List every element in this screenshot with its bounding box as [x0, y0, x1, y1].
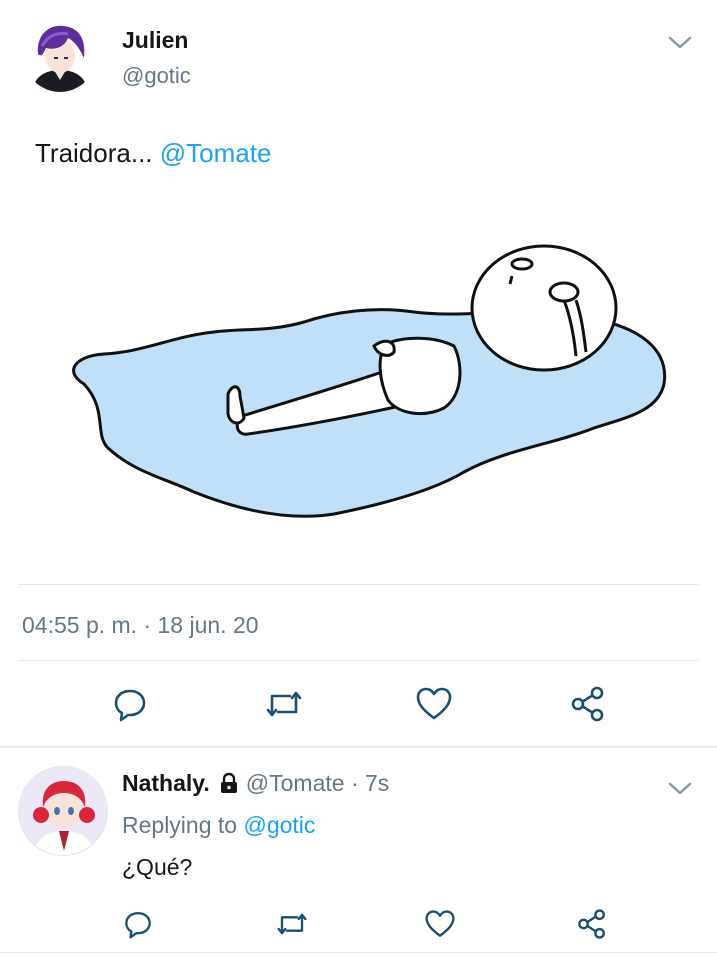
like-icon[interactable] [414, 684, 454, 724]
share-icon[interactable] [572, 904, 612, 944]
reply-tweet[interactable]: Nathaly. @Tomate · 7s Replying to @gotic … [0, 748, 717, 956]
author-handle[interactable]: @gotic [122, 63, 191, 89]
tweet-mention-link[interactable]: @Tomate [160, 138, 272, 168]
reply-author-avatar[interactable] [18, 766, 108, 856]
share-icon[interactable] [568, 684, 608, 724]
reply-author-handle[interactable]: @Tomate [246, 770, 345, 796]
reply-author-name[interactable]: Nathaly. [122, 770, 210, 796]
tweet-text-body: Traidora... [35, 138, 160, 168]
reply-time-separator: · [344, 770, 366, 796]
lock-icon [218, 772, 240, 800]
reply-header: Nathaly. @Tomate · 7s [122, 770, 389, 800]
divider [18, 584, 699, 585]
reply-icon[interactable] [118, 904, 158, 944]
author-avatar[interactable] [24, 20, 96, 92]
tweet-media-image[interactable] [34, 186, 684, 563]
replying-to-line: Replying to @gotic [122, 812, 315, 839]
retweet-icon[interactable] [264, 684, 304, 724]
reply-icon[interactable] [110, 684, 150, 724]
crying-puddle-meme-image [72, 244, 667, 518]
main-tweet: Julien @gotic Traidora... @Tomate 04:55 … [0, 0, 717, 748]
tweet-text: Traidora... @Tomate [35, 138, 271, 169]
replying-to-mention[interactable]: @gotic [243, 812, 315, 838]
retweet-icon[interactable] [272, 904, 312, 944]
divider [18, 660, 699, 661]
like-icon[interactable] [420, 904, 460, 944]
divider [0, 952, 717, 953]
author-name[interactable]: Julien [122, 27, 188, 54]
replying-to-label: Replying to [122, 812, 244, 838]
chevron-down-icon[interactable] [666, 32, 694, 52]
tweet-timestamp[interactable]: 04:55 p. m. · 18 jun. 20 [22, 612, 259, 639]
reply-time[interactable]: 7s [365, 770, 389, 796]
chevron-down-icon[interactable] [666, 778, 694, 798]
reply-text: ¿Qué? [122, 854, 193, 880]
